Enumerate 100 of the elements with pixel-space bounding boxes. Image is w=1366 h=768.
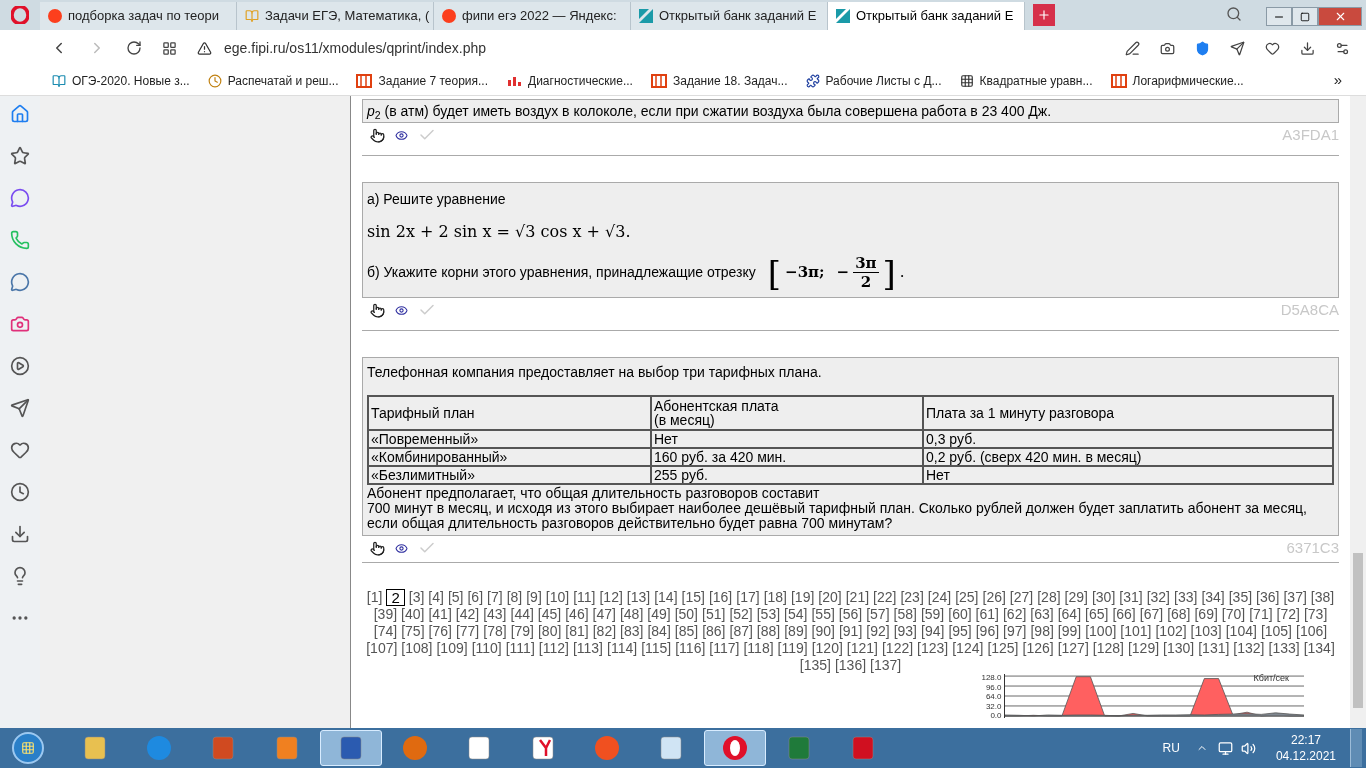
home-icon[interactable] bbox=[10, 104, 30, 124]
page-link[interactable]: [57] bbox=[866, 606, 890, 623]
page-link[interactable]: [71] bbox=[1249, 606, 1273, 623]
bookmark-link[interactable]: Распечатай и реш... bbox=[207, 71, 339, 90]
browser-tab[interactable]: Открытый банк заданий Е bbox=[631, 2, 828, 30]
clock-icon[interactable] bbox=[10, 482, 30, 502]
page-link[interactable]: [110] bbox=[471, 640, 502, 657]
page-link[interactable]: [131] bbox=[1198, 640, 1230, 657]
settings-icon[interactable] bbox=[1335, 40, 1350, 56]
hand-icon[interactable] bbox=[370, 302, 385, 318]
network-icon[interactable] bbox=[1217, 740, 1233, 756]
page-link[interactable]: [127] bbox=[1057, 640, 1089, 657]
page-link[interactable]: [69] bbox=[1194, 606, 1218, 623]
page-link[interactable]: [83] bbox=[620, 623, 644, 640]
page-link[interactable]: [97] bbox=[1003, 623, 1027, 640]
hand-icon[interactable] bbox=[370, 540, 385, 556]
page-link[interactable]: [124] bbox=[952, 640, 984, 657]
bookmark-link[interactable]: Задание 18. Задач... bbox=[650, 71, 788, 90]
send-icon[interactable] bbox=[10, 398, 30, 418]
page-link[interactable]: [46] bbox=[565, 606, 589, 623]
scrollbar[interactable] bbox=[1350, 96, 1366, 728]
shield-icon[interactable] bbox=[1195, 40, 1210, 56]
page-link[interactable]: [66] bbox=[1112, 606, 1136, 623]
page-link[interactable]: [100] bbox=[1085, 623, 1117, 640]
page-link[interactable]: [93] bbox=[893, 623, 917, 640]
page-link[interactable]: [137] bbox=[870, 657, 902, 674]
page-link[interactable]: [77] bbox=[455, 623, 480, 640]
grid-icon[interactable] bbox=[162, 40, 177, 56]
eye-icon[interactable] bbox=[395, 128, 408, 142]
page-link[interactable]: [19] bbox=[791, 589, 815, 606]
page-link[interactable]: [114] bbox=[607, 640, 638, 657]
page-link[interactable]: [50] bbox=[674, 606, 698, 623]
browser-tab[interactable]: Открытый банк заданий Е bbox=[828, 2, 1025, 30]
page-link[interactable]: [45] bbox=[537, 606, 562, 623]
page-link[interactable]: [112] bbox=[538, 640, 569, 657]
page-link[interactable]: [123] bbox=[917, 640, 949, 657]
page-link[interactable]: [16] bbox=[708, 589, 733, 606]
page-link[interactable]: [22] bbox=[873, 589, 897, 606]
page-link[interactable]: [51] bbox=[702, 606, 726, 623]
page-link[interactable]: [74] bbox=[373, 623, 398, 640]
page-link[interactable]: [54] bbox=[784, 606, 808, 623]
page-link[interactable]: [80] bbox=[538, 623, 562, 640]
page-link[interactable]: [103] bbox=[1190, 623, 1222, 640]
page-link[interactable]: [11] bbox=[573, 589, 596, 606]
page-link[interactable]: [91] bbox=[838, 623, 863, 640]
page-link[interactable]: [79] bbox=[510, 623, 534, 640]
page-link[interactable]: [10] bbox=[545, 589, 570, 606]
page-link[interactable]: [38] bbox=[1310, 589, 1335, 606]
page-link[interactable]: [126] bbox=[1022, 640, 1054, 657]
volume-icon[interactable] bbox=[1240, 740, 1256, 756]
page-link[interactable]: [108] bbox=[401, 640, 433, 657]
download-icon[interactable] bbox=[1300, 40, 1315, 56]
page-link[interactable]: [9] bbox=[526, 589, 542, 606]
page-link[interactable]: [13] bbox=[626, 589, 651, 606]
page-link[interactable]: [85] bbox=[674, 623, 699, 640]
page-link[interactable]: [119] bbox=[777, 640, 808, 657]
browser-tab[interactable]: фипи егэ 2022 — Яндекс: bbox=[434, 2, 631, 30]
page-link[interactable]: [70] bbox=[1221, 606, 1246, 623]
bookmark-link[interactable]: Диагностические... bbox=[506, 71, 633, 90]
page-link[interactable]: [92] bbox=[866, 623, 890, 640]
page-link[interactable]: [42] bbox=[455, 606, 480, 623]
heart-icon[interactable] bbox=[10, 440, 30, 460]
page-link[interactable]: [43] bbox=[483, 606, 507, 623]
page-link[interactable]: [32] bbox=[1146, 589, 1170, 606]
page-link[interactable]: [94] bbox=[921, 623, 945, 640]
page-link[interactable]: [29] bbox=[1064, 589, 1088, 606]
camera-icon[interactable] bbox=[1160, 40, 1175, 56]
play-icon[interactable] bbox=[10, 356, 30, 376]
edit-icon[interactable] bbox=[1125, 40, 1140, 56]
page-link[interactable]: [30] bbox=[1091, 589, 1116, 606]
page-link[interactable]: [89] bbox=[784, 623, 808, 640]
page-link[interactable]: [101] bbox=[1120, 623, 1152, 640]
page-link[interactable]: [99] bbox=[1057, 623, 1082, 640]
page-link[interactable]: [36] bbox=[1256, 589, 1280, 606]
page-link[interactable]: [75] bbox=[401, 623, 425, 640]
page-link[interactable]: [104] bbox=[1225, 623, 1257, 640]
page-link[interactable]: [35] bbox=[1228, 589, 1253, 606]
bookmark-link[interactable]: Квадратные уравн... bbox=[959, 71, 1093, 90]
browser-tab[interactable]: Задачи ЕГЭ, Математика, ( bbox=[237, 2, 434, 30]
page-link[interactable]: [128] bbox=[1092, 640, 1124, 657]
reload-icon[interactable] bbox=[126, 40, 142, 56]
page-link[interactable]: [44] bbox=[510, 606, 534, 623]
page-link[interactable]: [107] bbox=[366, 640, 398, 657]
bookmark-link[interactable]: Логарифмические... bbox=[1110, 71, 1244, 90]
page-link[interactable]: [96] bbox=[975, 623, 1000, 640]
page-link[interactable]: [53] bbox=[756, 606, 781, 623]
page-link[interactable]: [106] bbox=[1296, 623, 1328, 640]
page-link[interactable]: [27] bbox=[1009, 589, 1034, 606]
page-link[interactable]: [117] bbox=[709, 640, 740, 657]
page-link[interactable]: [33] bbox=[1174, 589, 1198, 606]
page-link[interactable]: [113] bbox=[572, 640, 603, 657]
eye-icon[interactable] bbox=[395, 541, 408, 555]
page-link[interactable]: [17] bbox=[736, 589, 760, 606]
download-icon[interactable] bbox=[10, 524, 30, 544]
page-link[interactable]: [134] bbox=[1303, 640, 1335, 657]
new-tab-button[interactable] bbox=[1033, 4, 1055, 26]
page-link[interactable]: [73] bbox=[1303, 606, 1328, 623]
page-link[interactable]: [62] bbox=[1002, 606, 1027, 623]
page-link[interactable]: [61] bbox=[975, 606, 999, 623]
page-link[interactable]: [65] bbox=[1085, 606, 1109, 623]
